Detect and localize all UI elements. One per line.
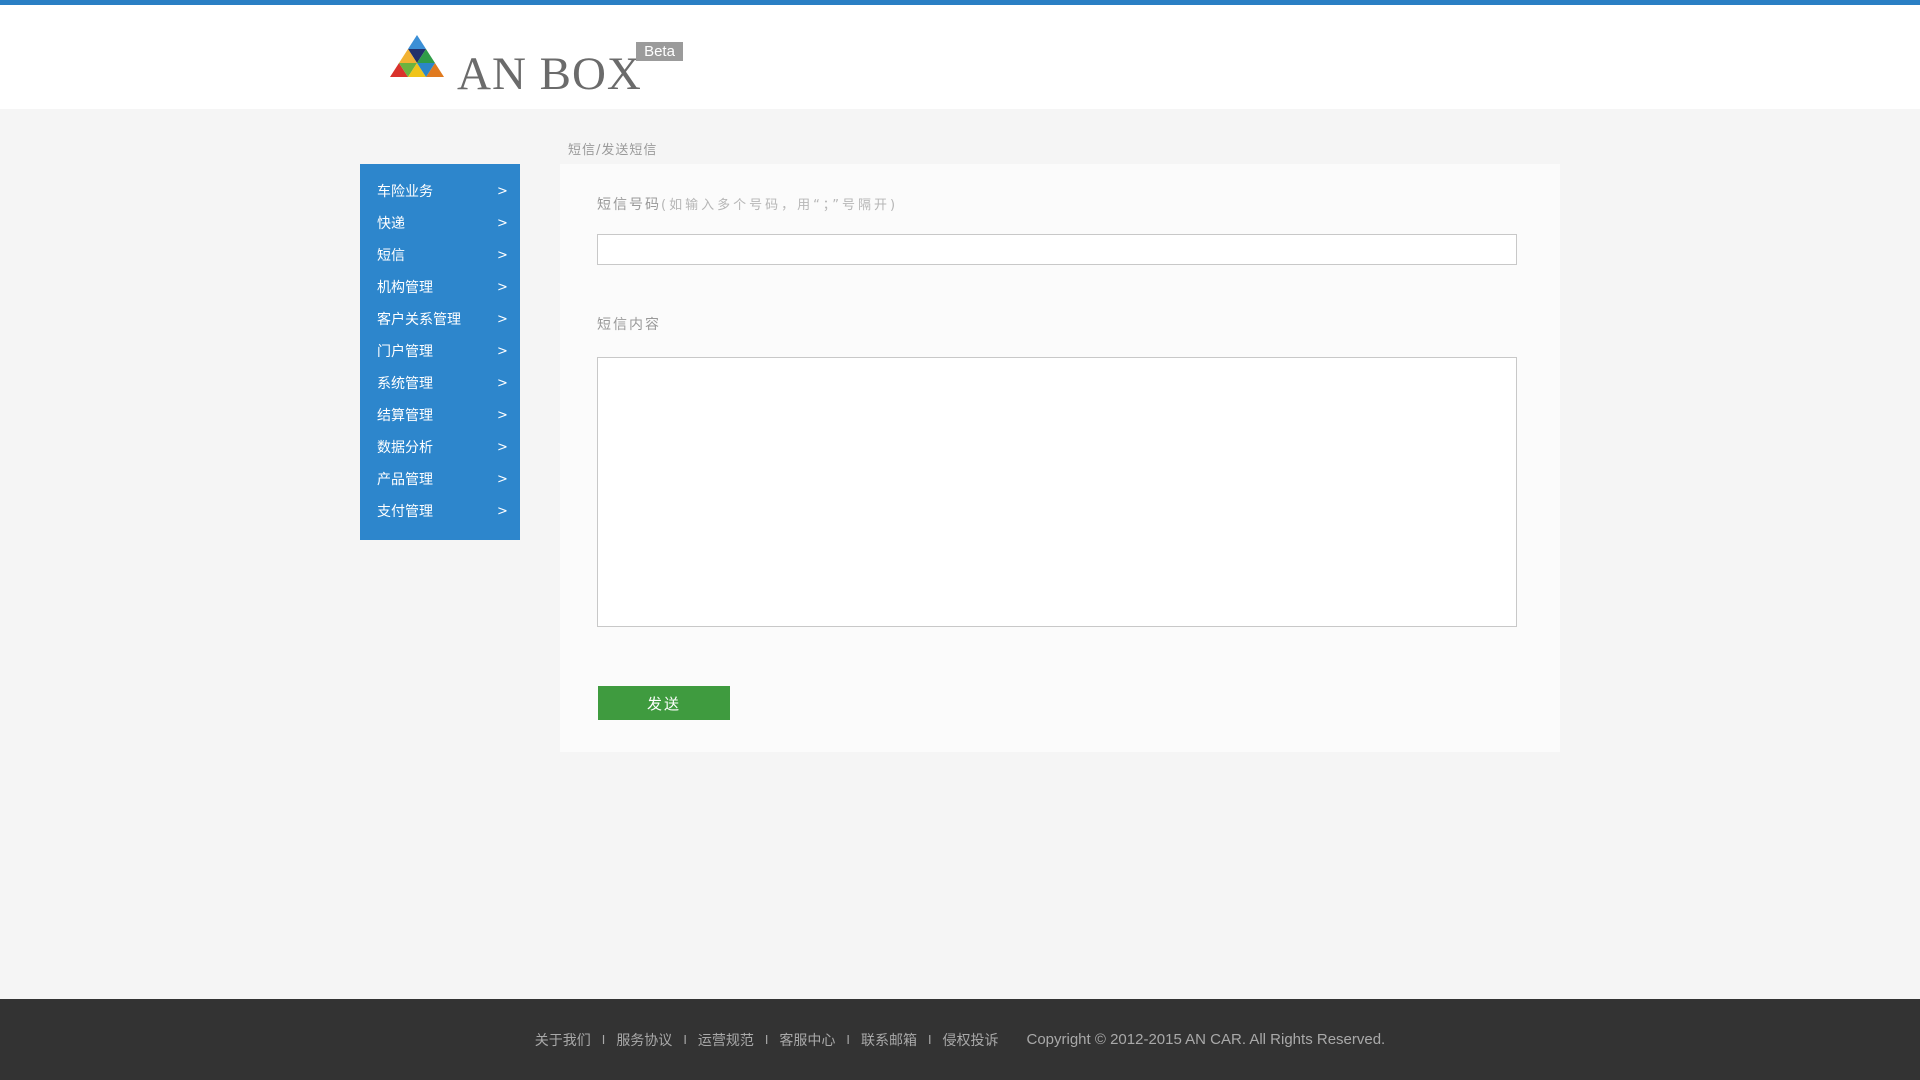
sidebar-item-car-insurance[interactable]: 车险业务 > [360,176,520,208]
beta-badge: Beta [636,42,683,61]
chevron-right-icon: > [497,312,508,327]
sidebar-item-label: 机构管理 [377,280,433,296]
phone-label-text: 短信号码 [597,197,661,213]
chevron-right-icon: > [497,344,508,359]
send-button[interactable]: 发送 [598,686,730,720]
chevron-right-icon: > [497,376,508,391]
footer-separator: I [683,1032,687,1047]
sidebar-item-product-management[interactable]: 产品管理 > [360,464,520,496]
sidebar-nav: 车险业务 > 快递 > 短信 > 机构管理 > 客户关系管理 > 门户管理 > 系统管理 > … [360,164,520,540]
phone-hint: (如输入多个号码，用“；”号隔开) [661,198,899,213]
sidebar-item-org-management[interactable]: 机构管理 > [360,272,520,304]
sms-content-textarea[interactable] [597,357,1517,627]
footer-separator: I [927,1032,932,1047]
content-label: 短信内容 [597,317,661,333]
sidebar-item-payment-management[interactable]: 支付管理 > [360,496,520,528]
sidebar-item-system-management[interactable]: 系统管理 > [360,368,520,400]
footer-link-contact-email[interactable]: 联系邮箱 [861,1030,917,1050]
sidebar-item-label: 数据分析 [377,440,433,456]
send-sms-panel: 短信号码(如输入多个号码，用“；”号隔开) 短信内容 发送 [560,164,1560,752]
footer-separator: I [764,1032,769,1047]
footer-link-about[interactable]: 关于我们 [535,1030,591,1050]
breadcrumb: 短信/发送短信 [568,143,658,158]
chevron-right-icon: > [497,440,508,455]
chevron-right-icon: > [497,184,508,199]
footer-link-infringement-complaint[interactable]: 侵权投诉 [943,1030,999,1050]
sidebar-item-label: 短信 [377,248,405,264]
sidebar-item-data-analysis[interactable]: 数据分析 > [360,432,520,464]
phone-number-input[interactable] [597,234,1517,265]
sidebar-item-label: 支付管理 [377,504,433,520]
sidebar-item-portal-management[interactable]: 门户管理 > [360,336,520,368]
chevron-right-icon: > [497,280,508,295]
sidebar-item-label: 车险业务 [377,184,433,200]
copyright-text: Copyright © 2012-2015 AN CAR. All Rights… [1026,1031,1386,1048]
chevron-right-icon: > [497,472,508,487]
chevron-right-icon: > [497,504,508,519]
sidebar-item-sms[interactable]: 短信 > [360,240,520,272]
footer-link-support-center[interactable]: 客服中心 [779,1030,835,1050]
sidebar-item-label: 客户关系管理 [377,312,461,328]
sidebar-item-label: 门户管理 [377,344,433,360]
chevron-right-icon: > [497,408,508,423]
footer-link-service-agreement[interactable]: 服务协议 [616,1030,672,1050]
sidebar-item-label: 系统管理 [377,376,433,392]
sidebar-item-express[interactable]: 快递 > [360,208,520,240]
sidebar-item-crm[interactable]: 客户关系管理 > [360,304,520,336]
footer-content: 关于我们 I 服务协议 I 运营规范 I 客服中心 I 联系邮箱 I 侵权投诉 … [0,999,1920,1080]
footer-separator: I [601,1032,606,1047]
triangle-logo-icon [390,35,444,77]
logo[interactable]: AN BOX Beta [382,29,702,99]
sidebar-item-label: 产品管理 [377,472,433,488]
footer-separator: I [846,1032,850,1047]
sidebar-item-label: 快递 [377,216,405,232]
phone-label: 短信号码(如输入多个号码，用“；”号隔开) [597,194,898,214]
sidebar-item-settlement-management[interactable]: 结算管理 > [360,400,520,432]
header: AN BOX Beta [0,5,1920,109]
footer-link-operating-rules[interactable]: 运营规范 [698,1030,754,1050]
chevron-right-icon: > [497,216,508,231]
sidebar-item-label: 结算管理 [377,408,433,424]
chevron-right-icon: > [497,248,508,263]
logo-text: AN BOX [457,48,642,100]
footer: 关于我们 I 服务协议 I 运营规范 I 客服中心 I 联系邮箱 I 侵权投诉 … [0,999,1920,1080]
